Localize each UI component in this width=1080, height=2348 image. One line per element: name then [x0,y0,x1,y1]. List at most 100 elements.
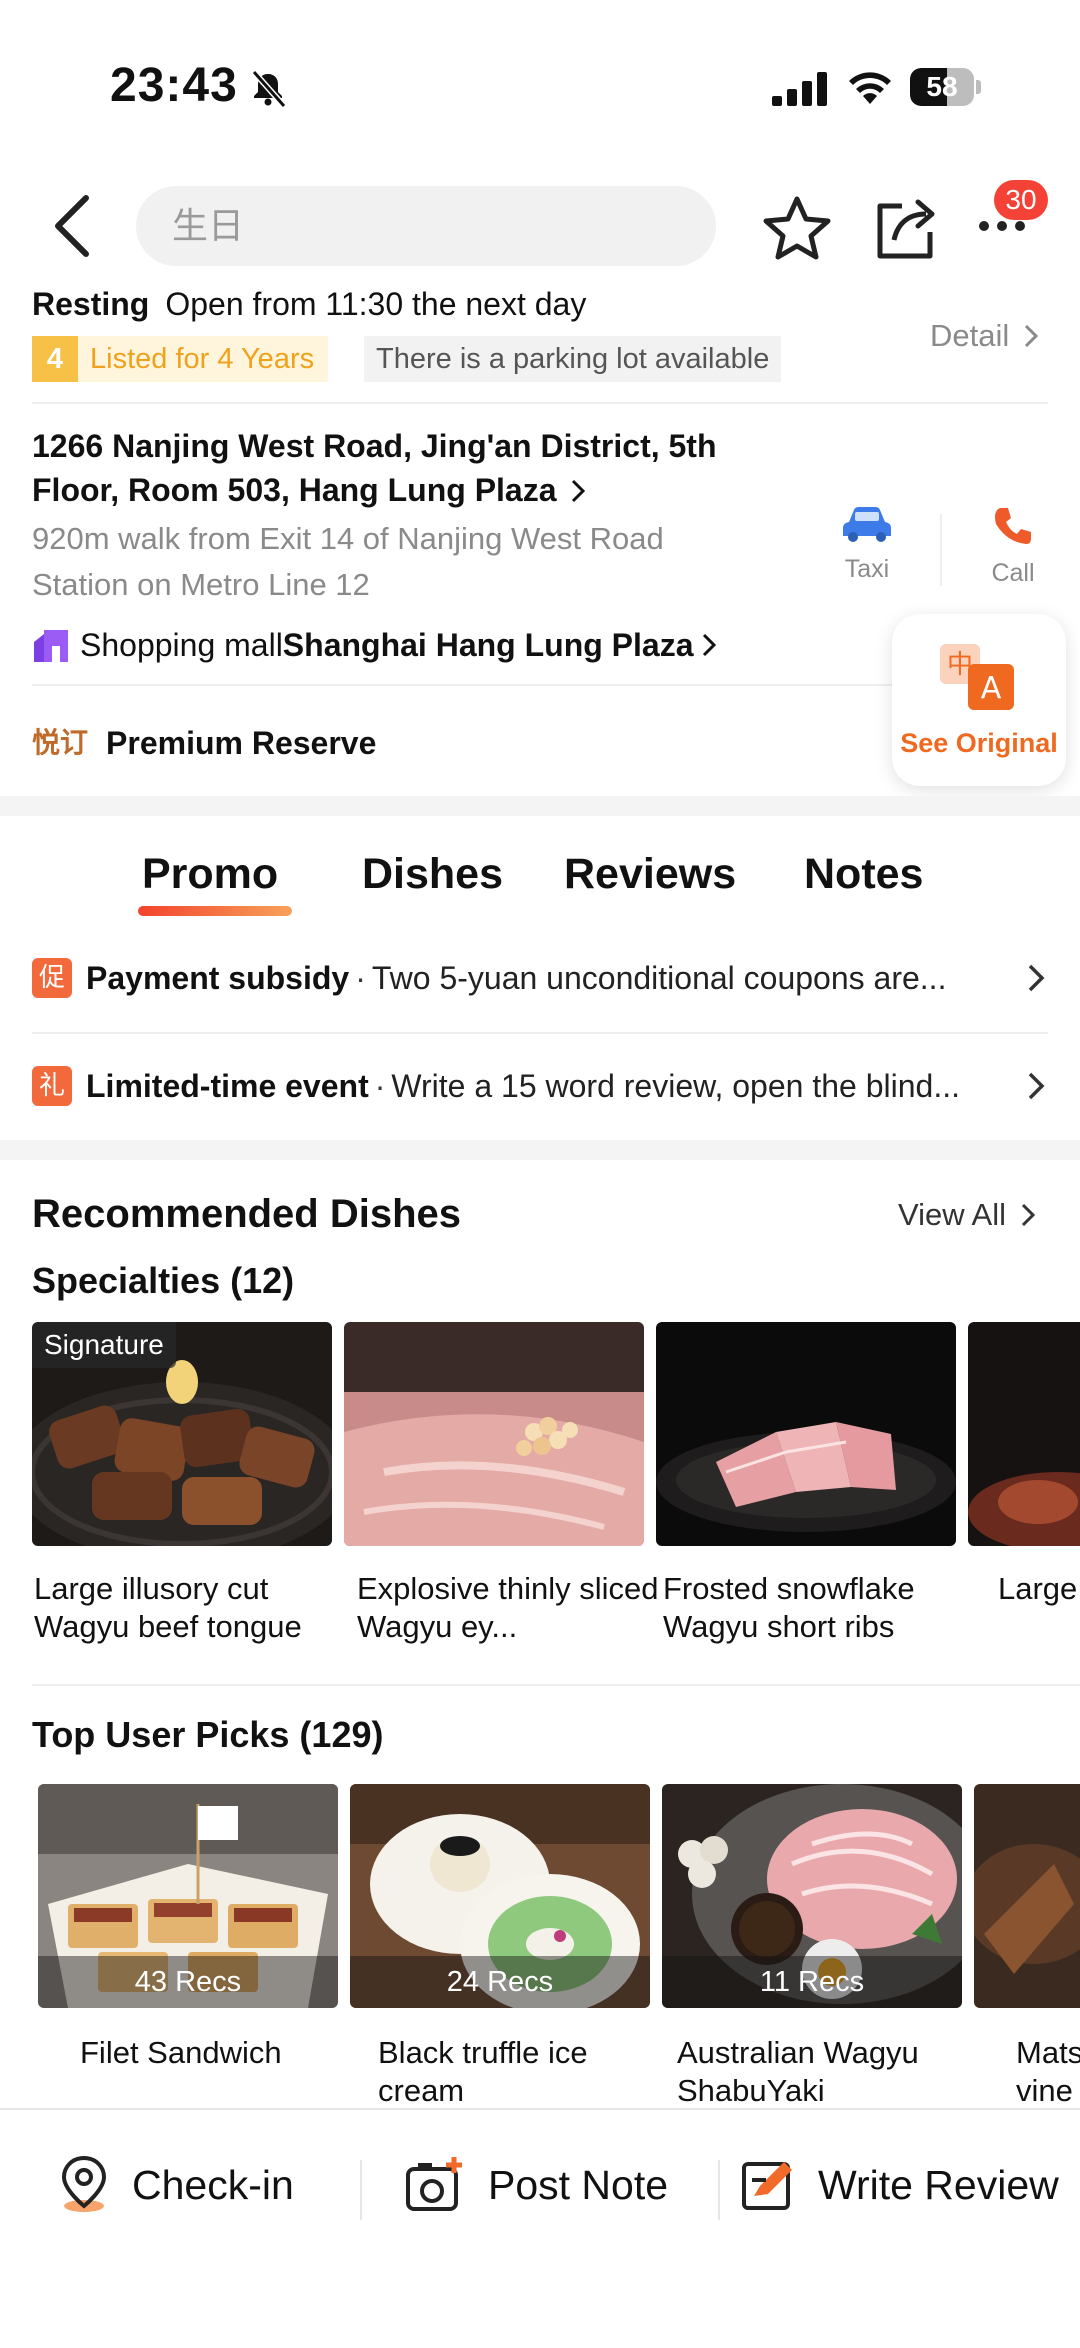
premium-label: Premium Reserve [106,725,377,761]
taxi-button[interactable]: Taxi [834,504,900,584]
divider [32,684,892,686]
recs-count: 43 Recs [38,1956,338,2008]
recs-count: 11 Recs [662,1956,962,2008]
cellular-signal-icon [772,72,827,106]
divider [718,2160,720,2220]
promo-separator: · [355,959,366,996]
mall-prefix: Shopping mall [80,627,283,663]
dish-name: Large illusory cut Wagyu beef tongue [34,1571,302,1644]
business-status: Resting Open from 11:30 the next day [32,282,586,326]
detail-label: Detail [930,318,1010,353]
dish-image[interactable] [968,1322,1080,1546]
recs-count: 24 Recs [350,1956,650,2008]
promo-description: Write a 15 word review, open the blind..… [391,1067,960,1104]
call-button[interactable]: Call [980,504,1046,588]
divider [32,1684,1080,1686]
active-tab-indicator [138,906,292,916]
premium-reserve-icon: 悦订 [32,726,89,759]
pick-name: Australian Wagyu ShabuYaki [677,2035,919,2108]
section-separator [0,1140,1080,1160]
view-all-label: View All [898,1197,1006,1232]
search-input[interactable]: 生日 [136,186,716,266]
promo-separator: · [374,1067,386,1104]
taxi-label: Taxi [844,555,890,583]
section-separator [0,796,1080,816]
dish-name: Frosted snowflake Wagyu short ribs [663,1571,915,1644]
pick-name: Black truffle ice cream [378,2035,588,2108]
write-review-button[interactable]: Write Review [740,2140,1059,2230]
premium-reserve[interactable]: 悦订 Premium Reserve [32,720,376,766]
shopping-mall-icon [34,630,68,662]
promo-item[interactable]: 促 Payment subsidy · Two 5-yuan unconditi… [32,948,1048,1008]
pick-name: Filet Sandwich [80,2035,282,2070]
share-icon[interactable] [872,192,940,262]
see-original-button[interactable]: 中 A See Original [892,614,1066,786]
camera-add-icon [406,2157,462,2211]
location-pin-icon [61,2155,107,2212]
walking-directions: 920m walk from Exit 14 of Nanjing West R… [32,521,664,602]
pick-image[interactable]: 11 Recs [662,1784,962,2008]
post-note-button[interactable]: Post Note [404,2140,668,2230]
dish-name: Explosive thinly sliced Wagyu ey... [357,1571,659,1644]
bell-muted-icon [251,70,287,108]
dish-image[interactable]: Signature [32,1322,332,1546]
bottom-action-bar: Check-in Post Note Write Review [0,2108,1080,2348]
svg-text:A: A [981,671,1002,706]
recommended-dishes-title: Recommended Dishes [32,1192,462,1236]
search-placeholder: 生日 [172,205,245,246]
battery-percent: 58 [926,71,958,102]
tab-reviews[interactable]: Reviews [564,842,736,906]
divider [32,402,1048,404]
view-all-link[interactable]: View All [898,1192,1037,1238]
notification-badge: 30 [994,180,1048,220]
promo-icon: 促 [32,958,72,998]
dish-image[interactable] [344,1322,644,1546]
pick-image[interactable] [974,1784,1080,2008]
promo-item[interactable]: 礼 Limited-time event · Write a 15 word r… [32,1056,1048,1116]
taxi-icon [843,507,891,542]
write-review-icon [742,2162,792,2210]
detail-link[interactable]: Detail [930,314,1040,358]
favorite-star-icon[interactable] [762,194,832,260]
top-user-picks-title: Top User Picks (129) [32,1714,384,1755]
dish-image[interactable] [656,1322,956,1546]
tab-promo[interactable]: Promo [142,842,278,906]
promo-title: Limited-time event [86,1067,369,1104]
status-bar: 23:43 58 [0,0,1080,150]
address-link[interactable]: 1266 Nanjing West Road, Jing'an District… [32,424,792,512]
tab-notes[interactable]: Notes [804,842,923,906]
chevron-right-icon [1024,324,1039,348]
pick-image[interactable]: 43 Recs [38,1784,338,2008]
divider [32,1032,1048,1034]
check-in-button[interactable]: Check-in [56,2140,294,2230]
years-number: 4 [32,336,78,382]
shopping-mall-link[interactable]: Shopping mall Shanghai Hang Lung Plaza [32,622,718,668]
translate-icon: 中 A [940,644,1014,710]
back-icon[interactable] [44,188,104,264]
see-original-label: See Original [900,728,1058,758]
address-text: 1266 Nanjing West Road, Jing'an District… [32,428,717,508]
signature-tag: Signature [32,1322,176,1368]
status-time: 23:43 [110,59,238,112]
pick-name: Mats vine [1016,2035,1080,2108]
tab-dishes[interactable]: Dishes [362,842,503,906]
pick-image[interactable]: 24 Recs [350,1784,650,2008]
post-note-label: Post Note [488,2161,669,2208]
wifi-icon [849,72,891,104]
call-label: Call [991,559,1035,587]
mall-name: Shanghai Hang Lung Plaza [282,627,694,663]
dish-name: Large [998,1571,1078,1606]
check-in-label: Check-in [132,2161,294,2208]
battery-indicator: 58 [910,68,982,106]
promo-description: Two 5-yuan unconditional coupons are... [371,959,947,996]
chevron-right-icon [1028,964,1045,992]
divider [360,2160,362,2220]
chevron-right-icon [572,479,586,503]
status-label: Resting [32,286,150,322]
divider [940,514,942,586]
specialties-title: Specialties (12) [32,1260,295,1301]
hours-text: Open from 11:30 the next day [165,286,587,322]
tab-bar: Promo Dishes Reviews Notes [0,842,1080,922]
promo-title: Payment subsidy [86,959,350,996]
write-review-label: Write Review [818,2161,1059,2208]
